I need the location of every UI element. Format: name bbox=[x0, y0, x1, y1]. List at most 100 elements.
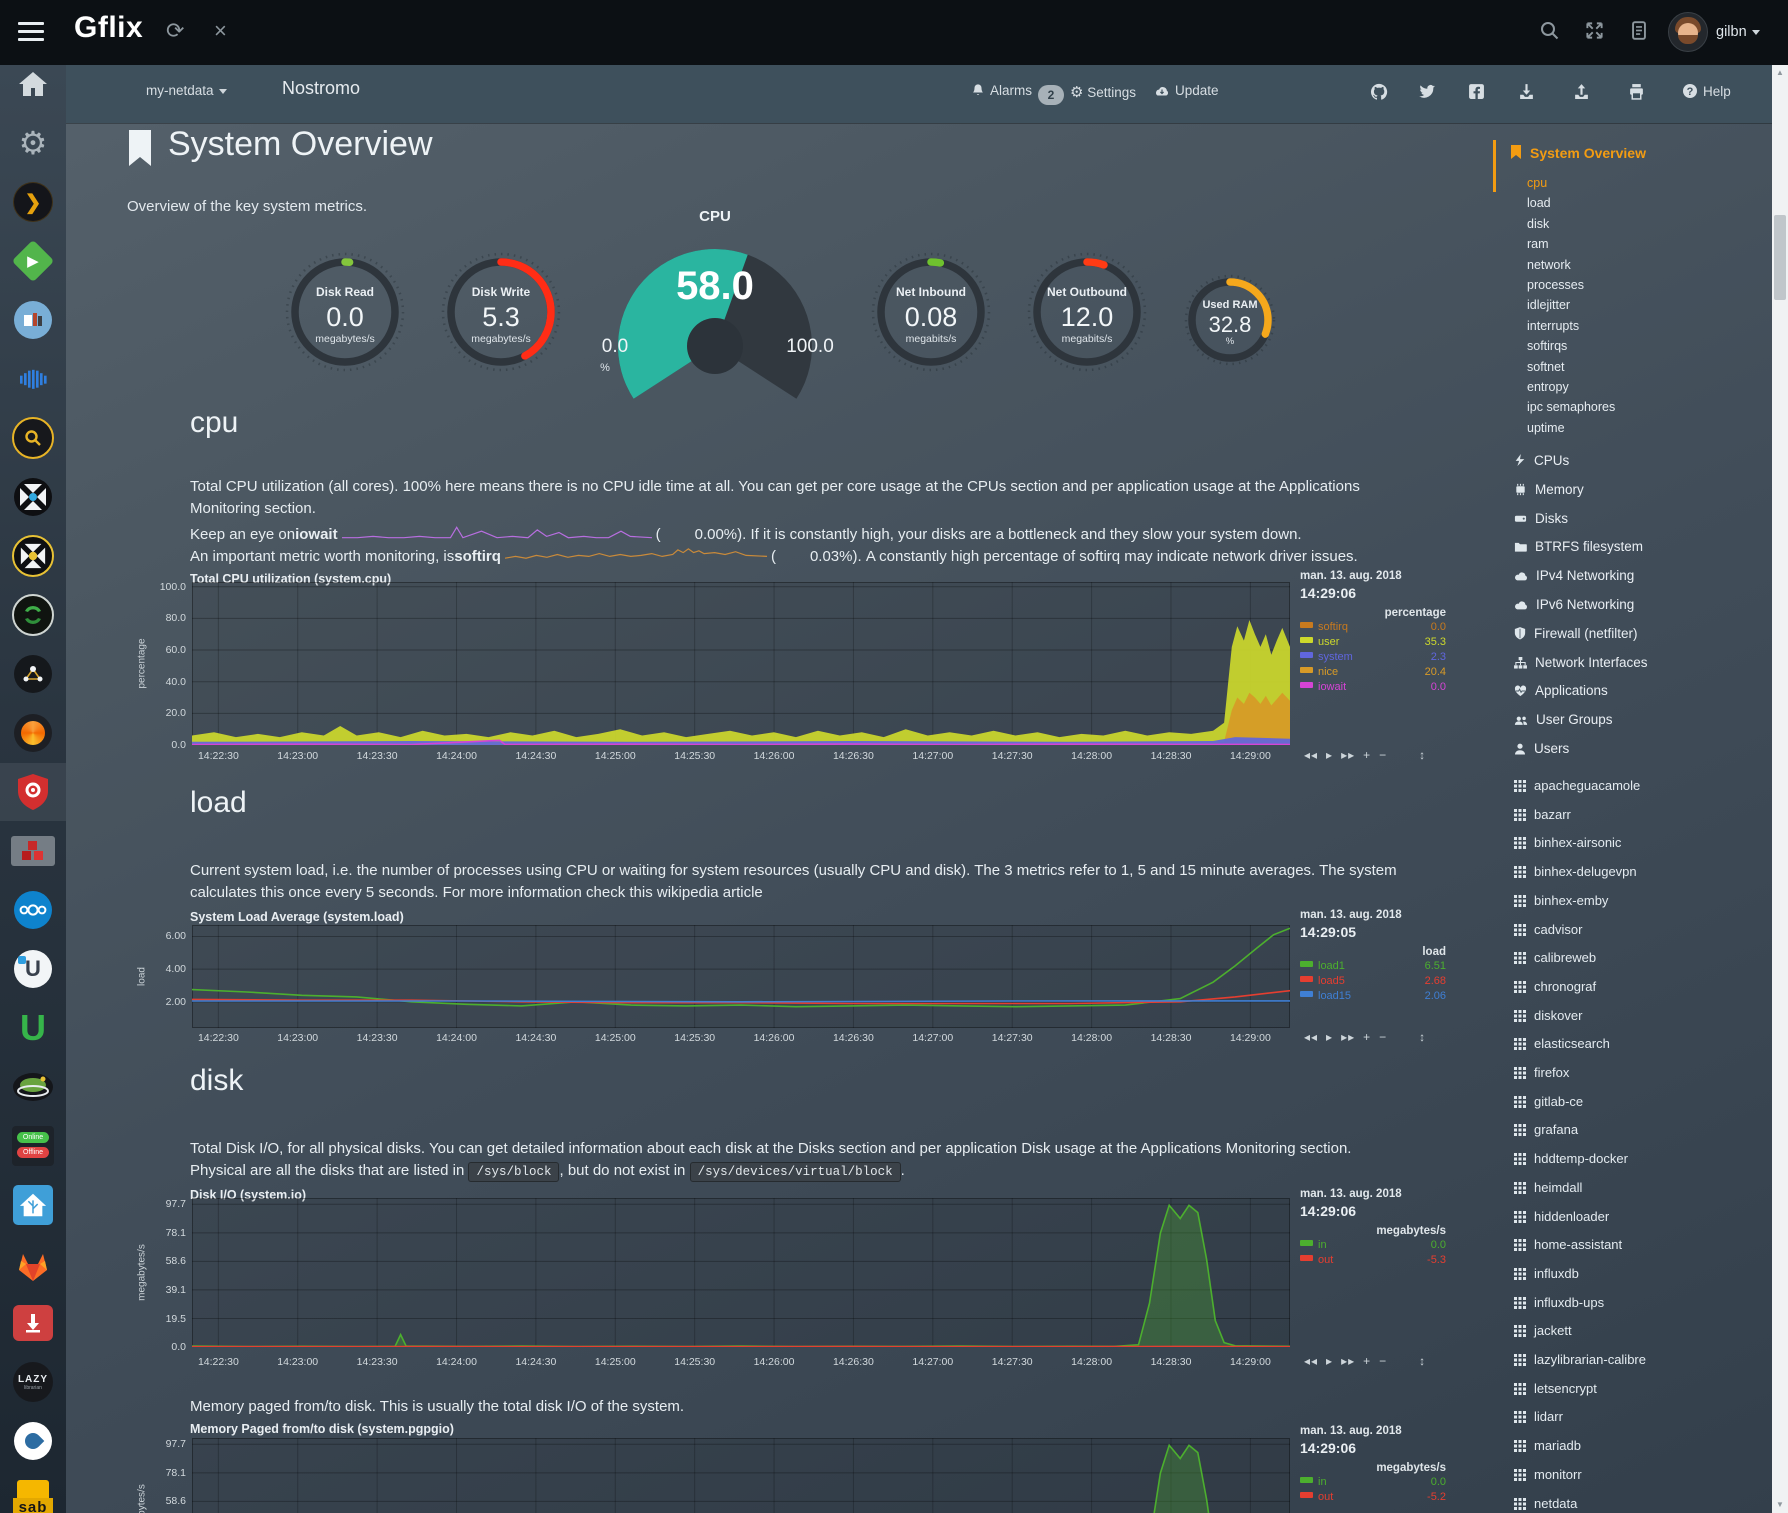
legend-entry-load5[interactable]: load52.68 bbox=[1300, 975, 1446, 987]
nav-app-elasticsearch[interactable]: elasticsearch bbox=[1514, 1036, 1610, 1051]
nav-app-influxdb[interactable]: influxdb bbox=[1514, 1266, 1579, 1281]
nav-app-hddtemp-docker[interactable]: hddtemp-docker bbox=[1514, 1151, 1628, 1166]
gauge-used-ram[interactable]: Used RAM32.8% bbox=[1182, 272, 1278, 368]
nav-app-monitorr[interactable]: monitorr bbox=[1514, 1467, 1582, 1482]
sidebar-item-lazylibrarian[interactable]: LAZYlibrarian bbox=[0, 1353, 66, 1411]
nav-subitem-interrupts[interactable]: interrupts bbox=[1527, 319, 1579, 333]
nav-app-calibreweb[interactable]: calibreweb bbox=[1514, 950, 1596, 965]
chart-resize-handle[interactable]: ↕ bbox=[1419, 748, 1426, 762]
sidebar-item-gitlab[interactable] bbox=[0, 1235, 66, 1293]
nav-app-letsencrypt[interactable]: letsencrypt bbox=[1514, 1381, 1597, 1396]
nav-app-gitlab-ce[interactable]: gitlab-ce bbox=[1514, 1094, 1583, 1109]
disk-io-chart[interactable]: Disk I/O (system.io)megabytes/s97.778.15… bbox=[130, 1182, 1466, 1387]
play-button[interactable]: ▸ bbox=[1326, 1354, 1333, 1368]
zoom-in-button[interactable]: + bbox=[1363, 1354, 1371, 1368]
sidebar-item-calibre-web[interactable] bbox=[0, 291, 66, 349]
legend-entry-in[interactable]: in0.0 bbox=[1300, 1476, 1446, 1488]
sidebar-item-drop-app[interactable] bbox=[0, 1412, 66, 1470]
legend-entry-system[interactable]: system2.3 bbox=[1300, 651, 1446, 663]
play-button[interactable]: ▸ bbox=[1326, 1030, 1333, 1044]
nav-section-btrfs-filesystem[interactable]: BTRFS filesystem bbox=[1514, 539, 1643, 554]
nav-app-diskover[interactable]: diskover bbox=[1514, 1008, 1582, 1023]
pgpgio-chart[interactable]: Memory Paged from/to disk (system.pgpgio… bbox=[130, 1414, 1466, 1513]
sidebar-item-nextcloud[interactable] bbox=[0, 881, 66, 939]
sidebar-item-settings-gear[interactable]: ⚙ bbox=[0, 114, 66, 172]
nav-subitem-entropy[interactable]: entropy bbox=[1527, 380, 1569, 394]
gauge-cpu[interactable]: CPU58.00.0100.0% bbox=[595, 228, 835, 403]
sidebar-item-sabnzbd[interactable]: sab bbox=[0, 1471, 66, 1513]
nav-subitem-idlejitter[interactable]: idlejitter bbox=[1527, 298, 1570, 312]
legend-entry-load1[interactable]: load16.51 bbox=[1300, 960, 1446, 972]
nav-section-cpus[interactable]: CPUs bbox=[1514, 453, 1569, 468]
pan-backward-button[interactable]: ◂◂ bbox=[1304, 748, 1318, 762]
sidebar-item-grafana[interactable] bbox=[0, 704, 66, 762]
help-button[interactable]: ?Help bbox=[1682, 83, 1731, 99]
update-button[interactable]: Update bbox=[1154, 83, 1219, 98]
nav-app-firefox[interactable]: firefox bbox=[1514, 1065, 1569, 1080]
twitter-icon[interactable] bbox=[1418, 83, 1441, 99]
sidebar-item-recycle-app[interactable] bbox=[0, 586, 66, 644]
nav-section-memory[interactable]: Memory bbox=[1514, 482, 1584, 497]
app-title[interactable]: Gflix bbox=[74, 11, 143, 45]
scroll-up-icon[interactable]: ▲ bbox=[1772, 65, 1788, 81]
hamburger-menu-icon[interactable] bbox=[18, 22, 44, 42]
nav-app-lazylibrarian-calibre[interactable]: lazylibrarian-calibre bbox=[1514, 1352, 1646, 1367]
scrollbar-thumb[interactable] bbox=[1774, 215, 1786, 300]
nav-section-applications[interactable]: Applications bbox=[1514, 683, 1608, 698]
chart-plot-area[interactable] bbox=[192, 582, 1290, 745]
zoom-out-button[interactable]: − bbox=[1379, 1354, 1387, 1368]
nav-app-mariadb[interactable]: mariadb bbox=[1514, 1438, 1581, 1453]
legend-entry-in[interactable]: in0.0 bbox=[1300, 1239, 1446, 1251]
search-icon[interactable] bbox=[1540, 20, 1559, 46]
nav-section-network-interfaces[interactable]: Network Interfaces bbox=[1514, 655, 1648, 670]
fullscreen-expand-icon[interactable] bbox=[1585, 20, 1604, 46]
legend-entry-load15[interactable]: load152.06 bbox=[1300, 990, 1446, 1002]
gauge-net-inbound[interactable]: Net Inbound0.08megabits/s bbox=[869, 250, 993, 374]
legend-entry-softirq[interactable]: softirq0.0 bbox=[1300, 621, 1446, 633]
legend-entry-out[interactable]: out-5.3 bbox=[1300, 1254, 1446, 1266]
sidebar-item-x-app-blue[interactable] bbox=[0, 468, 66, 526]
chart-plot-area[interactable] bbox=[192, 925, 1290, 1028]
vertical-scrollbar[interactable]: ▲ ▼ bbox=[1772, 65, 1788, 1513]
sidebar-item-nodes-app[interactable] bbox=[0, 645, 66, 703]
scroll-down-icon[interactable]: ▼ bbox=[1772, 1497, 1788, 1513]
nav-subitem-cpu[interactable]: cpu bbox=[1527, 176, 1547, 190]
nav-app-binhex-emby[interactable]: binhex-emby bbox=[1514, 893, 1608, 908]
nav-app-jackett[interactable]: jackett bbox=[1514, 1323, 1572, 1338]
nav-app-bazarr[interactable]: bazarr bbox=[1514, 807, 1571, 822]
avatar[interactable] bbox=[1668, 12, 1708, 52]
zoom-out-button[interactable]: − bbox=[1379, 748, 1387, 762]
download-icon[interactable] bbox=[1518, 83, 1540, 100]
gauge-net-outbound[interactable]: Net Outbound12.0megabits/s bbox=[1025, 250, 1149, 374]
facebook-icon[interactable] bbox=[1468, 83, 1490, 100]
nav-app-home-assistant[interactable]: home-assistant bbox=[1514, 1237, 1622, 1252]
legend-entry-iowait[interactable]: iowait0.0 bbox=[1300, 681, 1446, 693]
nav-section-users[interactable]: Users bbox=[1514, 741, 1569, 756]
gauge-disk-read[interactable]: Disk Read0.0megabytes/s bbox=[283, 250, 407, 374]
pan-forward-button[interactable]: ▸▸ bbox=[1341, 1030, 1355, 1044]
sidebar-item-youtubedl[interactable] bbox=[0, 1294, 66, 1352]
sidebar-item-cubes-app[interactable] bbox=[0, 822, 66, 880]
settings-button[interactable]: ⚙ Settings bbox=[1070, 83, 1136, 101]
pan-forward-button[interactable]: ▸▸ bbox=[1341, 748, 1355, 762]
nav-subitem-network[interactable]: network bbox=[1527, 258, 1571, 272]
nav-app-netdata[interactable]: netdata bbox=[1514, 1496, 1577, 1511]
nav-app-hiddenloader[interactable]: hiddenloader bbox=[1514, 1209, 1609, 1224]
gauge-disk-write[interactable]: Disk Write5.3megabytes/s bbox=[439, 250, 563, 374]
nav-section-ipv4-networking[interactable]: IPv4 Networking bbox=[1514, 568, 1634, 583]
legend-entry-nice[interactable]: nice20.4 bbox=[1300, 666, 1446, 678]
nav-section-disks[interactable]: Disks bbox=[1514, 511, 1568, 526]
pan-forward-button[interactable]: ▸▸ bbox=[1341, 1354, 1355, 1368]
alarms-button[interactable]: Alarms2 bbox=[971, 83, 1064, 105]
sidebar-item-magnifier-app[interactable] bbox=[0, 409, 66, 467]
sidebar-item-shield-app[interactable] bbox=[0, 763, 66, 821]
nav-subitem-load[interactable]: load bbox=[1527, 196, 1551, 210]
nav-title-system-overview[interactable]: System Overview bbox=[1510, 145, 1646, 161]
nav-subitem-processes[interactable]: processes bbox=[1527, 278, 1584, 292]
nav-app-lidarr[interactable]: lidarr bbox=[1514, 1409, 1563, 1424]
nav-section-ipv6-networking[interactable]: IPv6 Networking bbox=[1514, 597, 1634, 612]
zoom-in-button[interactable]: + bbox=[1363, 1030, 1371, 1044]
sidebar-item-monitorr[interactable]: Online Offline bbox=[0, 1117, 66, 1175]
chart-resize-handle[interactable]: ↕ bbox=[1419, 1030, 1426, 1044]
zoom-in-button[interactable]: + bbox=[1363, 748, 1371, 762]
